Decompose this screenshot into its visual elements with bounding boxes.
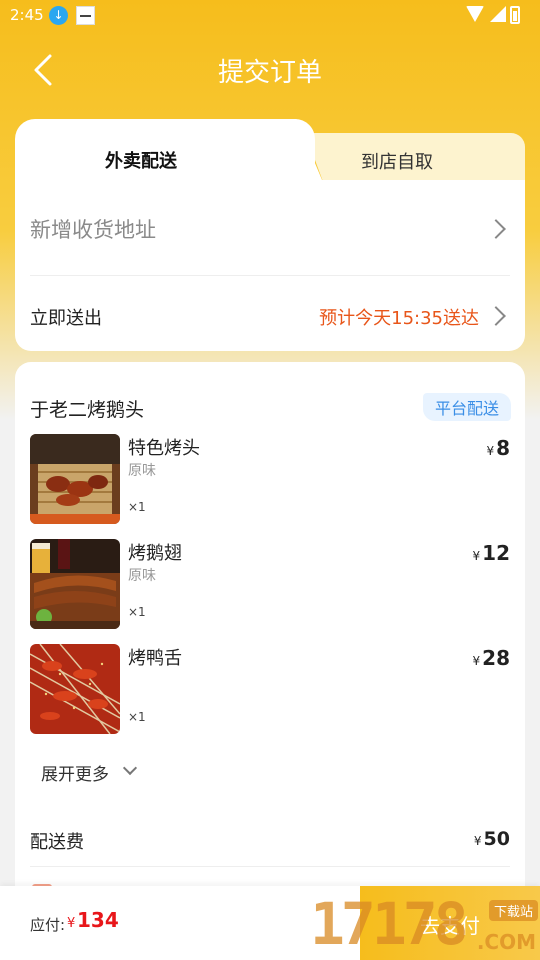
site-watermark-logo: 17178 下载站 .COM [310, 880, 540, 960]
divider [30, 275, 510, 276]
item-image [30, 644, 120, 734]
item-name: 特色烤头 [128, 438, 200, 459]
item-price: ¥8 [486, 436, 510, 460]
amount-due-label: 应付: [30, 916, 66, 934]
order-item: 烤鸭舌 ×1 ¥28 [30, 644, 510, 736]
page-title: 提交订单 [217, 58, 322, 88]
amount-due-currency: ¥ [67, 916, 76, 931]
battery-icon [510, 6, 520, 24]
download-notification-icon: ↓ [49, 6, 68, 25]
watermark-digits: 17178 [310, 890, 469, 958]
chevron-down-icon[interactable] [122, 760, 138, 776]
status-bar: 2:45 ↓ [0, 0, 540, 32]
item-price: ¥12 [472, 541, 510, 565]
expand-more-button[interactable]: 展开更多 [41, 760, 109, 785]
order-item: 特色烤头 原味 ×1 ¥8 [30, 434, 510, 526]
delivery-badge: 平台配送 [422, 393, 511, 421]
item-spec: 原味 [128, 463, 156, 479]
watermark-tag: 下载站 [488, 900, 538, 921]
delivery-time-label: 立即送出 [30, 308, 102, 329]
shop-name: 于老二烤鹅头 [30, 399, 145, 421]
chevron-right-icon[interactable] [486, 306, 506, 326]
app-notification-icon [76, 6, 95, 25]
address-card: 新增收货地址 立即送出 预计今天15:35送达 [15, 180, 525, 351]
tab-takeout-label: 外卖配送 [105, 151, 177, 172]
delivery-fee-label: 配送费 [30, 832, 84, 853]
item-price: ¥28 [472, 646, 510, 670]
order-item: 烤鹅翅 原味 ×1 ¥12 [30, 539, 510, 631]
status-time: 2:45 [10, 6, 44, 24]
item-spec: 原味 [128, 568, 156, 584]
nav-header: 提交订单 [0, 40, 540, 100]
chevron-right-icon[interactable] [486, 219, 506, 239]
item-image [30, 539, 120, 629]
item-quantity: ×1 [128, 710, 146, 724]
signal-icon [490, 6, 506, 22]
order-card: 于老二烤鹅头 平台配送 特色烤头 原味 ×1 ¥8 烤鹅翅 原味 ×1 ¥ 12… [15, 362, 525, 960]
item-name: 烤鹅翅 [128, 543, 182, 564]
delivery-fee-value: ¥50 [473, 828, 510, 850]
watermark-domain: .COM [476, 930, 536, 954]
item-quantity: ×1 [128, 605, 146, 619]
divider [30, 866, 510, 867]
add-address-link[interactable]: 新增收货地址 [30, 214, 156, 244]
delivery-mode-tabs: 外卖配送 到店自取 [15, 119, 525, 187]
tab-pickup-label[interactable]: 到店自取 [361, 148, 433, 174]
amount-due-value: 134 [77, 908, 119, 932]
item-quantity: ×1 [128, 500, 146, 514]
item-image [30, 434, 120, 524]
delivery-eta[interactable]: 预计今天15:35送达 [319, 304, 479, 330]
wifi-icon [466, 6, 484, 22]
item-name: 烤鸭舌 [128, 648, 182, 669]
